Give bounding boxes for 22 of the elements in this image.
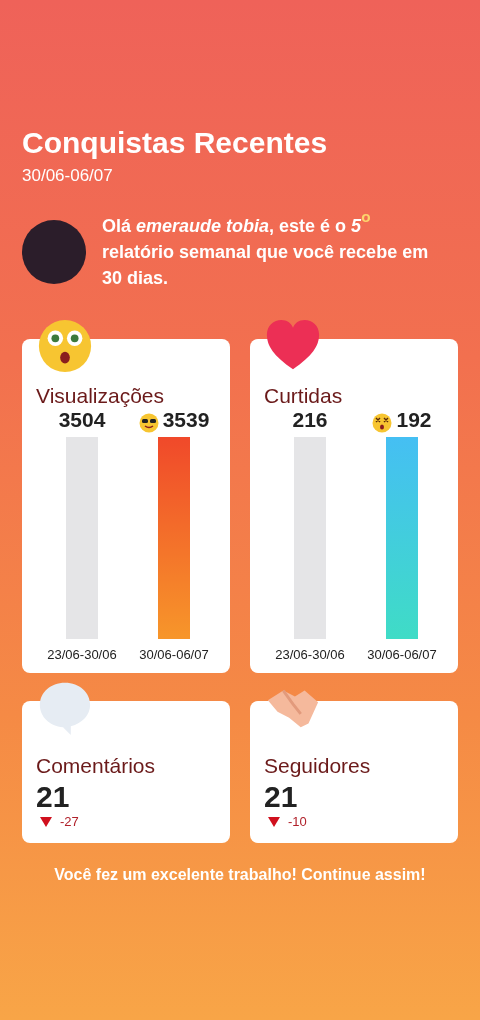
date-label: 30/06-06/07	[138, 646, 210, 665]
greeting-text: Olá emeraude tobia, este é o 5$^{o}$ relatório semanal que você recebe em 30 dias.	[102, 212, 430, 290]
date-range: 30/06-06/07	[22, 165, 114, 187]
card-title: Visualizações	[36, 382, 166, 408]
date-label: 23/06-30/06	[274, 646, 346, 665]
card-title: Curtidas	[264, 382, 344, 408]
metric-value: 192	[396, 407, 432, 432]
card-title: Seguidores	[264, 752, 372, 778]
footer-message: Você fez um excelente trabalho! Continue assim!	[53, 865, 427, 886]
date-label: 30/06-06/07	[366, 646, 438, 665]
metric-value: 3539	[162, 407, 210, 432]
change-value: -27	[60, 812, 79, 831]
down-triangle-icon	[40, 816, 52, 827]
page-title: Conquistas Recentes	[22, 126, 329, 159]
card-title: Comentários	[36, 752, 157, 778]
date-label: 23/06-30/06	[46, 646, 118, 665]
metric-value: 216	[291, 407, 329, 432]
count-value: 21	[264, 781, 299, 812]
count-value: 21	[36, 781, 71, 812]
metric-value: 3504	[57, 407, 107, 432]
change-value: -10	[288, 812, 307, 831]
down-triangle-icon	[268, 816, 280, 827]
